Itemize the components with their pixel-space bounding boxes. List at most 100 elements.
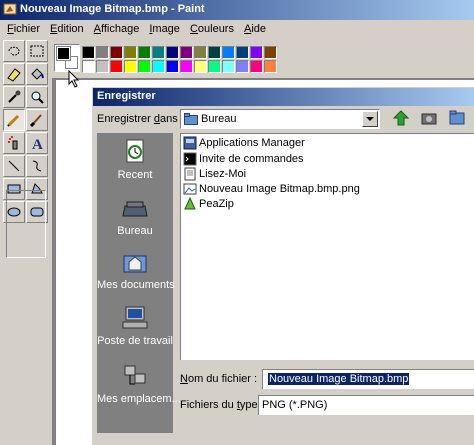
palette-swatch[interactable] [208, 60, 221, 73]
file-name: PeaZip [199, 197, 234, 210]
menu-aide-key: A [243, 23, 252, 35]
brush-tool[interactable] [26, 109, 48, 131]
place-network[interactable]: Mes emplacem... [97, 362, 181, 405]
palette-swatch[interactable] [208, 46, 221, 59]
palette-swatch[interactable] [96, 46, 109, 59]
curve-tool[interactable] [26, 155, 48, 177]
palette-swatch[interactable] [222, 60, 235, 73]
palette-swatch[interactable] [152, 46, 165, 59]
menu-fichier[interactable]: Fichier [2, 21, 45, 37]
fill-tool[interactable] [26, 63, 48, 85]
recent-icon [126, 139, 144, 163]
eraser-icon [7, 68, 21, 82]
menu-image[interactable]: Image [144, 21, 185, 37]
new-folder-button[interactable] [418, 107, 440, 129]
palette-swatch[interactable] [250, 60, 263, 73]
place-my-computer[interactable]: Poste de travail [97, 304, 173, 347]
palette-swatch[interactable] [152, 60, 165, 73]
mouse-pointer-icon [68, 70, 80, 88]
palette-swatch[interactable] [236, 60, 249, 73]
rect-select-tool[interactable] [26, 40, 48, 62]
palette-swatch[interactable] [264, 46, 277, 59]
dialog-title-bar[interactable]: Enregistrer [93, 88, 474, 106]
menu-couleurs-key: C [189, 23, 198, 35]
palette-swatch[interactable] [124, 46, 137, 59]
menu-edition[interactable]: Edition [45, 21, 89, 37]
new-folder-icon [421, 113, 437, 125]
list-item[interactable]: Lisez-Moi [183, 166, 246, 181]
filetype-dropdown[interactable]: PNG (*.PNG) [258, 395, 474, 415]
line-tool[interactable] [3, 155, 25, 177]
paint-app-icon [3, 3, 17, 15]
cmd-icon [183, 152, 197, 165]
dialog-title: Enregistrer [97, 90, 156, 102]
file-name: Applications Manager [199, 136, 305, 149]
palette-swatch[interactable] [138, 46, 151, 59]
text-file-icon [184, 167, 196, 180]
access-key: N [180, 373, 188, 385]
free-select-tool[interactable] [3, 40, 25, 62]
palette-swatch[interactable] [250, 46, 263, 59]
menu-affichage[interactable]: Affichage [89, 21, 145, 37]
palette-swatch[interactable] [180, 60, 193, 73]
menu-edition-key: E [50, 23, 58, 35]
rect-select-icon [30, 45, 44, 57]
palette-swatch[interactable] [110, 60, 123, 73]
palette-swatch[interactable] [222, 46, 235, 59]
palette-swatch[interactable] [194, 60, 207, 73]
pencil-tool[interactable] [3, 109, 25, 131]
palette-swatch[interactable] [110, 46, 123, 59]
filename-input[interactable]: Nouveau Image Bitmap.bmp [262, 369, 474, 389]
color-picker-tool[interactable] [3, 86, 25, 108]
palette-swatch[interactable] [166, 46, 179, 59]
place-my-documents[interactable]: Mes documents [97, 248, 175, 291]
curve-icon [32, 160, 42, 172]
airbrush-tool[interactable] [3, 132, 25, 154]
menu-affichage-key: A [93, 23, 102, 35]
airbrush-icon [8, 136, 18, 150]
menu-fichier-key: F [7, 23, 14, 35]
palette-swatch[interactable] [82, 46, 95, 59]
file-name: Lisez-Moi [199, 167, 247, 180]
list-item[interactable]: PeaZip [183, 196, 234, 211]
eraser-tool[interactable] [3, 63, 25, 85]
list-item[interactable]: Nouveau Image Bitmap.bmp.png [183, 181, 360, 196]
magnifier-icon [31, 91, 44, 104]
palette-swatch[interactable] [236, 46, 249, 59]
place-label-desktop: Bureau [117, 225, 153, 237]
menu-couleurs[interactable]: Couleurs [185, 21, 239, 37]
place-recent[interactable]: Recent [97, 138, 173, 181]
palette-swatch[interactable] [166, 60, 179, 73]
palette-swatch[interactable] [194, 46, 207, 59]
save-in-dropdown[interactable]: Bureau [180, 109, 380, 129]
palette-swatch[interactable] [96, 60, 109, 73]
window-title: Nouveau Image Bitmap.bmp - Paint [20, 3, 205, 15]
place-label-my-documents: Mes documents [97, 279, 175, 291]
tool-options-box[interactable] [6, 190, 46, 258]
brush-icon [29, 114, 42, 128]
place-desktop[interactable]: Bureau [97, 194, 173, 237]
palette-swatch[interactable] [264, 60, 277, 73]
peazip-icon [184, 196, 196, 209]
window-title-bar[interactable]: Nouveau Image Bitmap.bmp - Paint [0, 0, 474, 20]
palette-swatch[interactable] [138, 60, 151, 73]
foreground-color-swatch[interactable] [56, 46, 71, 61]
palette-swatch[interactable] [124, 60, 137, 73]
list-item[interactable]: Invite de commandes [183, 151, 304, 166]
text-tool[interactable]: A [26, 132, 48, 154]
place-label-network: Mes emplacem... [97, 393, 181, 405]
dropdown-arrow-button[interactable] [362, 111, 378, 127]
chevron-down-icon [366, 116, 374, 121]
filename-value: Nouveau Image Bitmap.bmp [268, 373, 410, 385]
eyedropper-icon [8, 90, 21, 103]
filetype-label: Fichiers du type : [180, 399, 264, 411]
palette-swatch[interactable] [180, 46, 193, 59]
palette-swatch[interactable] [82, 60, 95, 73]
menu-bar: Fichier Edition Affichage Image Couleurs… [0, 20, 474, 38]
up-one-level-button[interactable] [390, 107, 412, 129]
text-a-icon: A [32, 137, 43, 151]
list-item[interactable]: Applications Manager [183, 135, 305, 150]
menu-aide[interactable]: Aide [239, 21, 271, 37]
view-menu-button[interactable] [446, 107, 468, 129]
zoom-tool[interactable] [26, 86, 48, 108]
